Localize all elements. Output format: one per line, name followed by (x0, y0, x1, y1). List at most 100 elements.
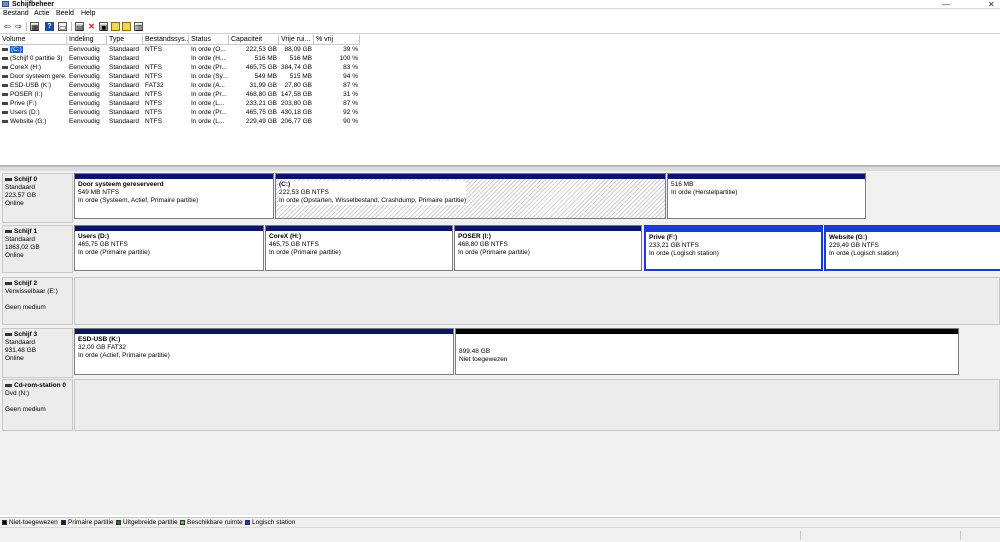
table-cell: Prive (F:) (0, 99, 67, 108)
table-cell: 384,74 GB (280, 64, 312, 71)
table-cell: Standaard (109, 82, 139, 89)
partition-prive-f[interactable]: Prive (F:) 233,21 GB NTFS In orde (Logis… (644, 225, 823, 271)
table-cell: 229,49 GB (245, 118, 277, 125)
toolbar-separator (26, 22, 27, 31)
table-cell: In orde (Pr... (191, 64, 227, 71)
menu-help[interactable]: Help (81, 9, 95, 19)
table-row[interactable]: (Schijf 0 partitie 3) Eenvoudig Standaard I… (0, 54, 1000, 63)
column-header-indeling[interactable]: Indeling (67, 35, 107, 45)
open-folder-icon[interactable] (111, 22, 120, 31)
partition-bar (826, 227, 1000, 232)
table-cell: 90 % (343, 118, 358, 125)
connect-icon[interactable]: ▤ (75, 22, 84, 32)
column-header-vrije-ruimte[interactable]: Vrije rui... (279, 35, 314, 45)
menu-beeld[interactable]: Beeld (56, 9, 74, 19)
status-bar-panel (800, 531, 960, 540)
column-header-capaciteit[interactable]: Capaciteit (229, 35, 279, 45)
partition-users-d[interactable]: Users (D:) 465,75 GB NTFS In orde (Prima… (74, 225, 264, 271)
disk-type: Standaard (5, 236, 35, 243)
table-cell: 100 % (339, 55, 358, 62)
new-volume-icon[interactable]: ▣ (99, 22, 108, 32)
column-header-procent-vrij[interactable]: % vrij (314, 35, 360, 45)
properties-icon[interactable]: ▦ (30, 22, 39, 32)
cdrom-0-label[interactable]: Cd-rom-station 0 Dvd (N:) Geen medium (2, 379, 73, 431)
legend-item: Logisch station (245, 519, 295, 527)
table-row[interactable]: (C:) Eenvoudig Standaard NTFS In orde (O... 2… (0, 45, 1000, 54)
table-cell: NTFS (145, 64, 162, 71)
column-header-status[interactable]: Status (189, 35, 229, 45)
disk-icon[interactable]: ▭ (58, 22, 67, 32)
table-cell: NTFS (145, 118, 162, 125)
legend-swatch (61, 519, 66, 525)
disk-type: Dvd (N:) (5, 390, 30, 397)
table-cell: Standaard (109, 46, 139, 53)
partition-name: (C:) (279, 181, 291, 188)
toolbar-separator (71, 22, 72, 31)
table-cell: Eenvoudig (69, 118, 100, 125)
help-icon[interactable]: ? (45, 22, 54, 31)
disk-icon (5, 332, 12, 336)
disk-2-label[interactable]: Schijf 2 Verwisselbaar (E:) Geen medium (2, 277, 73, 325)
disk-name: Schijf 0 (14, 176, 38, 183)
grid-view-icon[interactable]: ▥ (134, 22, 143, 32)
table-cell: (Schijf 0 partitie 3) (0, 54, 67, 63)
column-header-type[interactable]: Type (107, 35, 143, 45)
partition-c-drive[interactable]: (C:) 222,53 GB NTFS In orde (Opstarten, … (275, 173, 666, 219)
table-cell: Eenvoudig (69, 91, 100, 98)
partition-info: Prive (F:) 233,21 GB NTFS In orde (Logis… (649, 234, 719, 258)
disk-1-label[interactable]: Schijf 1 Standaard 1863,02 GB Online (2, 225, 73, 273)
table-row[interactable]: Prive (F:) Eenvoudig Standaard NTFS In orde … (0, 99, 1000, 108)
menu-actie[interactable]: Actie (34, 9, 50, 19)
partition-esd-usb-k[interactable]: ESD-USB (K:) 32,00 GB FAT32 In orde (Act… (74, 328, 454, 375)
close-icon[interactable]: ✕ (988, 0, 995, 9)
table-row[interactable]: POSER (I:) Eenvoudig Standaard NTFS In orde … (0, 90, 1000, 99)
table-cell: Eenvoudig (69, 109, 100, 116)
table-cell: Door systeem gere... (0, 72, 67, 81)
disk-graphical-view: Schijf 0 Standaard 223,57 GB Online Door… (0, 171, 1000, 515)
table-row[interactable]: CoreX (H:) Eenvoudig Standaard NTFS In orde … (0, 63, 1000, 72)
disk-icon (5, 177, 12, 181)
partition-status: In orde (Logisch station) (649, 250, 719, 257)
column-header-bestandssysteem[interactable]: Bestandssys... (143, 35, 189, 45)
table-cell: (C:) (0, 45, 67, 54)
table-cell: Eenvoudig (69, 55, 100, 62)
table-row[interactable]: Website (G:) Eenvoudig Standaard NTFS In ord… (0, 117, 1000, 126)
partition-unallocated[interactable]: 899,48 GB Niet toegewezen (455, 328, 959, 375)
legend-swatch (116, 519, 121, 525)
partition-poser-i[interactable]: POSER (I:) 468,80 GB NTFS In orde (Prima… (454, 225, 642, 271)
table-row[interactable]: Users (D:) Eenvoudig Standaard NTFS In orde … (0, 108, 1000, 117)
table-cell: 31 % (343, 91, 358, 98)
minimize-icon[interactable]: — (942, 0, 950, 9)
table-row[interactable]: Door systeem gere... Eenvoudig Standaard NT… (0, 72, 1000, 81)
table-cell: In orde (L... (191, 118, 225, 125)
delete-icon[interactable]: ✕ (87, 22, 96, 31)
legend-label: Beschikbare ruimte (187, 519, 243, 526)
menu-bestand[interactable]: Bestand (3, 9, 29, 19)
column-header-volume[interactable]: Volume (0, 35, 67, 45)
back-arrow-icon[interactable]: ⇦ (3, 22, 12, 31)
partition-corex-h[interactable]: CoreX (H:) 465,75 GB NTFS In orde (Prima… (265, 225, 453, 271)
disk-0-label[interactable]: Schijf 0 Standaard 223,57 GB Online (2, 173, 73, 223)
disk-icon (5, 229, 12, 233)
disk-size (5, 398, 70, 406)
partition-info: (C:) 222,53 GB NTFS In orde (Opstarten, … (279, 181, 467, 205)
table-cell: 147,58 GB (280, 91, 312, 98)
partition-size: 32,00 GB FAT32 (78, 344, 126, 351)
partition-bar (75, 226, 263, 231)
table-cell: 94 % (343, 73, 358, 80)
partition-website-g[interactable]: Website (G:) 229,49 GB NTFS In orde (Log… (824, 225, 1000, 271)
forward-arrow-icon[interactable]: ⇨ (14, 22, 23, 31)
table-cell: Users (D:) (0, 108, 67, 117)
partition-bar (455, 226, 641, 231)
partition-recovery[interactable]: 516 MB In orde (Herstelpartitie) (667, 173, 866, 219)
legend-label: Uitgebreide partitie (123, 519, 178, 526)
partition-system-reserved[interactable]: Door systeem gereserveerd 549 MB NTFS In… (74, 173, 274, 219)
legend-item: Primaire partitie (61, 519, 114, 527)
disk-status: Geen medium (5, 304, 46, 311)
document-icon[interactable] (122, 22, 131, 31)
disk-3-label[interactable]: Schijf 3 Standaard 931,48 GB Online (2, 328, 73, 378)
table-row[interactable]: ESD-USB (K:) Eenvoudig Standaard FAT32 In or… (0, 81, 1000, 90)
partition-name: Prive (F:) (649, 234, 678, 241)
table-cell: 87 % (343, 100, 358, 107)
legend-label: Niet-toegewezen (9, 519, 58, 526)
